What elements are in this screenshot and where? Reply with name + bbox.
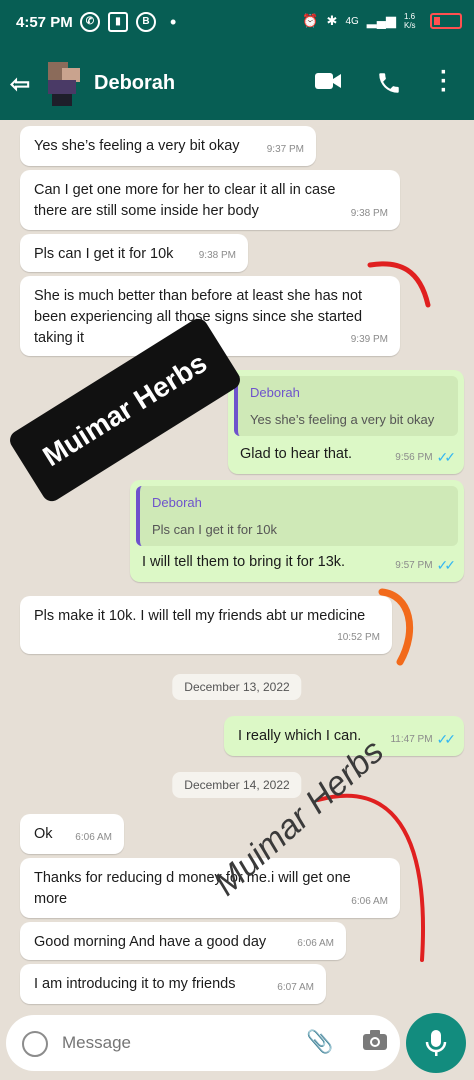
- annotation-overlay: [316, 261, 431, 962]
- red-annotation-arc: [316, 793, 425, 962]
- emoji-icon[interactable]: [22, 1031, 48, 1057]
- attachment-icon[interactable]: 📎: [306, 1029, 333, 1055]
- camera-icon[interactable]: [362, 1029, 388, 1057]
- message-input-bar: 📎: [6, 1015, 400, 1071]
- mic-button[interactable]: [406, 1013, 466, 1073]
- orange-annotation-stroke: [378, 588, 414, 666]
- red-annotation-stroke: [367, 261, 431, 308]
- message-input[interactable]: [62, 1033, 262, 1053]
